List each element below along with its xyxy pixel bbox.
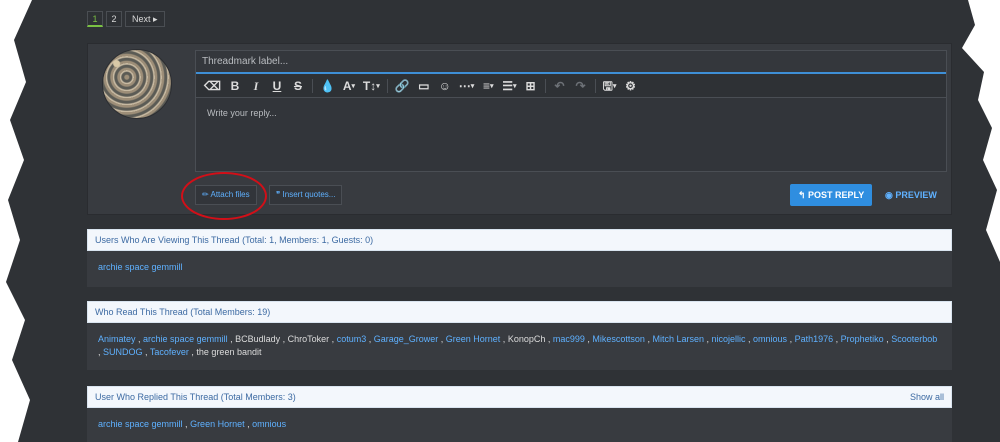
reply-textarea[interactable]: Write your reply... (196, 98, 946, 128)
block-body: archie space gemmill (87, 251, 952, 287)
emoji-icon[interactable]: ☺ (436, 77, 454, 95)
table-icon[interactable]: ⊞ (522, 77, 540, 95)
separator: , (244, 419, 253, 429)
block-header: Users Who Are Viewing This Thread (Total… (87, 229, 952, 251)
separator: , (787, 334, 795, 344)
post-reply-button[interactable]: ↰ POST REPLY (790, 184, 873, 206)
block-header: Who Read This Thread (Total Members: 19) (87, 301, 952, 323)
page-1-link[interactable]: 1 (87, 11, 103, 27)
toolbar-divider (311, 78, 313, 93)
align-icon[interactable]: ≡▾ (479, 77, 497, 95)
list-icon[interactable]: ☰▾ (500, 77, 518, 95)
link-icon[interactable]: 🔗 (393, 77, 412, 95)
user-link[interactable]: archie space gemmill (98, 262, 183, 272)
separator: , (280, 334, 288, 344)
next-page-button[interactable]: Next ▸ (125, 11, 165, 27)
user-link[interactable]: BCBudlady (235, 334, 280, 344)
viewing-users-block: Users Who Are Viewing This Thread (Total… (87, 229, 952, 287)
user-link[interactable]: nicojellic (712, 334, 746, 344)
user-link[interactable]: Mitch Larsen (652, 334, 704, 344)
user-link[interactable]: Tacofever (150, 347, 189, 357)
block-title: Users Who Are Viewing This Thread (Total… (95, 235, 374, 245)
threadmark-input[interactable]: Threadmark label... (196, 51, 946, 74)
settings-icon[interactable]: ⚙ (622, 77, 640, 95)
replied-users-block: User Who Replied This Thread (Total Memb… (87, 386, 952, 442)
redo-icon[interactable]: ↷ (572, 77, 590, 95)
text-size-icon[interactable]: T↕▾ (361, 77, 382, 95)
separator: , (438, 334, 446, 344)
separator: , (745, 334, 754, 344)
preview-button[interactable]: ◉ PREVIEW (885, 184, 937, 206)
pagination: 1 2 Next ▸ (87, 11, 165, 27)
separator: , (500, 334, 508, 344)
underline-icon[interactable]: U (268, 77, 286, 95)
user-link[interactable]: Scooterbob (891, 334, 937, 344)
insert-quotes-button[interactable]: ❞ Insert quotes... (269, 185, 343, 205)
separator: , (329, 334, 337, 344)
block-title: User Who Replied This Thread (Total Memb… (95, 392, 296, 402)
toolbar-divider (544, 78, 546, 93)
separator: , (703, 334, 712, 344)
separator: , (545, 334, 553, 344)
block-title: Who Read This Thread (Total Members: 19) (95, 307, 271, 317)
user-link[interactable]: Green Hornet (446, 334, 501, 344)
italic-icon[interactable]: I (247, 77, 265, 95)
separator: , (833, 334, 841, 344)
separator: , (182, 419, 191, 429)
separator: , (135, 334, 144, 344)
separator: , (142, 347, 150, 357)
color-icon[interactable]: 💧 (318, 77, 337, 95)
bold-icon[interactable]: B (226, 77, 244, 95)
user-link[interactable]: Prophetiko (841, 334, 884, 344)
reply-editor: Threadmark label... ⌫ B I U S 💧 A▾ T↕▾ 🔗… (195, 50, 947, 172)
page-2-link[interactable]: 2 (106, 11, 122, 27)
block-body: archie space gemmill , Green Hornet , om… (87, 408, 952, 442)
separator: , (366, 334, 374, 344)
strike-icon[interactable]: S (289, 77, 307, 95)
user-link[interactable]: cotum3 (337, 334, 367, 344)
user-link[interactable]: Mikescottson (592, 334, 645, 344)
user-link[interactable]: omnious (753, 334, 787, 344)
show-all-link[interactable]: Show all (910, 387, 944, 407)
user-link[interactable]: omnious (252, 419, 286, 429)
block-body: Animatey , archie space gemmill , BCBudl… (87, 323, 952, 370)
eraser-icon[interactable]: ⌫ (202, 77, 223, 95)
block-header: User Who Replied This Thread (Total Memb… (87, 386, 952, 408)
user-link[interactable]: archie space gemmill (143, 334, 228, 344)
undo-icon[interactable]: ↶ (551, 77, 569, 95)
save-draft-icon[interactable]: 🖫▾ (601, 77, 619, 95)
user-link[interactable]: Garage_Grower (374, 334, 439, 344)
user-link[interactable]: the green bandit (196, 347, 261, 357)
separator: , (227, 334, 236, 344)
image-icon[interactable]: ▭ (415, 77, 433, 95)
toolbar-divider (386, 78, 388, 93)
user-link[interactable]: Green Hornet (190, 419, 245, 429)
toolbar-divider (594, 78, 596, 93)
user-link[interactable]: KonopCh (508, 334, 546, 344)
avatar (102, 49, 172, 119)
user-link[interactable]: ChroToker (288, 334, 330, 344)
user-link[interactable]: archie space gemmill (98, 419, 183, 429)
user-link[interactable]: SUNDOG (103, 347, 143, 357)
more-icon[interactable]: ⋯▾ (457, 77, 477, 95)
read-users-block: Who Read This Thread (Total Members: 19)… (87, 301, 952, 370)
user-link[interactable]: Animatey (98, 334, 136, 344)
editor-toolbar: ⌫ B I U S 💧 A▾ T↕▾ 🔗 ▭ ☺ ⋯▾ ≡▾ ☰▾ ⊞ ↶ ↷ (196, 74, 946, 98)
user-link[interactable]: mac999 (553, 334, 585, 344)
font-size-icon[interactable]: A▾ (340, 77, 358, 95)
red-highlight-circle (181, 172, 267, 220)
user-link[interactable]: Path1976 (795, 334, 834, 344)
